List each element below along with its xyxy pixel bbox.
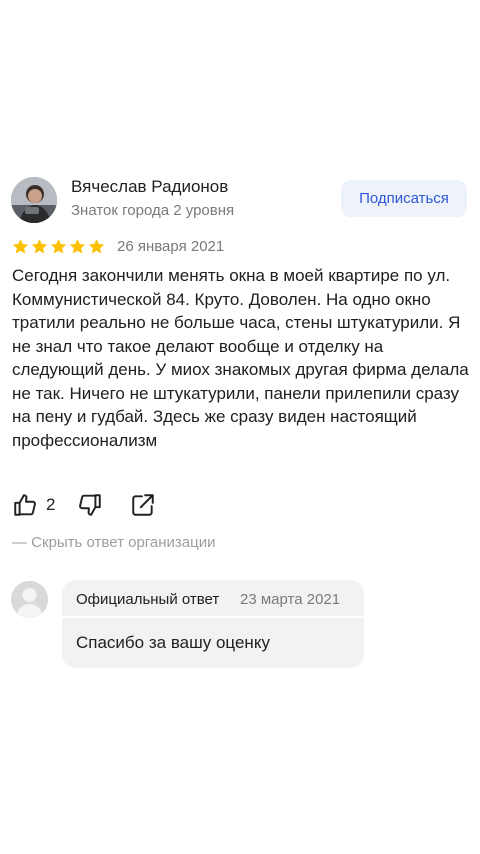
star-icon: [69, 239, 86, 254]
user-photo: [11, 177, 57, 223]
author-name[interactable]: Вячеслав Радионов: [71, 177, 228, 197]
author-level: Знаток города 2 уровня: [71, 202, 235, 219]
org-answer-bubble: Официальный ответ 23 марта 2021 Спасибо …: [62, 580, 364, 668]
review-date: 26 января 2021: [117, 238, 225, 255]
share-icon: [132, 494, 155, 516]
review-actions: 2: [12, 492, 156, 518]
org-avatar: [11, 581, 48, 618]
thumb-down-icon: [79, 494, 102, 516]
dislike-button[interactable]: [77, 492, 103, 518]
likes-count: 2: [46, 495, 56, 514]
rating-stars: [12, 238, 105, 255]
like-button[interactable]: 2: [12, 492, 55, 518]
star-icon: [12, 239, 29, 254]
thumb-up-icon: [14, 494, 36, 516]
subscribe-button[interactable]: Подписаться: [341, 180, 467, 217]
star-icon: [31, 239, 48, 254]
divider: [62, 616, 364, 618]
org-avatar-icon: [11, 581, 48, 618]
org-answer-label: Официальный ответ: [76, 591, 220, 608]
hide-org-answer-link[interactable]: — Скрыть ответ организации: [12, 534, 216, 551]
avatar[interactable]: [11, 177, 57, 223]
share-button[interactable]: [130, 492, 156, 518]
review-text: Сегодня закончили менять окна в моей ква…: [12, 266, 469, 450]
org-answer-date: 23 марта 2021: [240, 591, 341, 608]
star-icon: [88, 239, 105, 254]
star-icon: [50, 239, 67, 254]
org-answer-text: Спасибо за вашу оценку: [76, 633, 270, 652]
